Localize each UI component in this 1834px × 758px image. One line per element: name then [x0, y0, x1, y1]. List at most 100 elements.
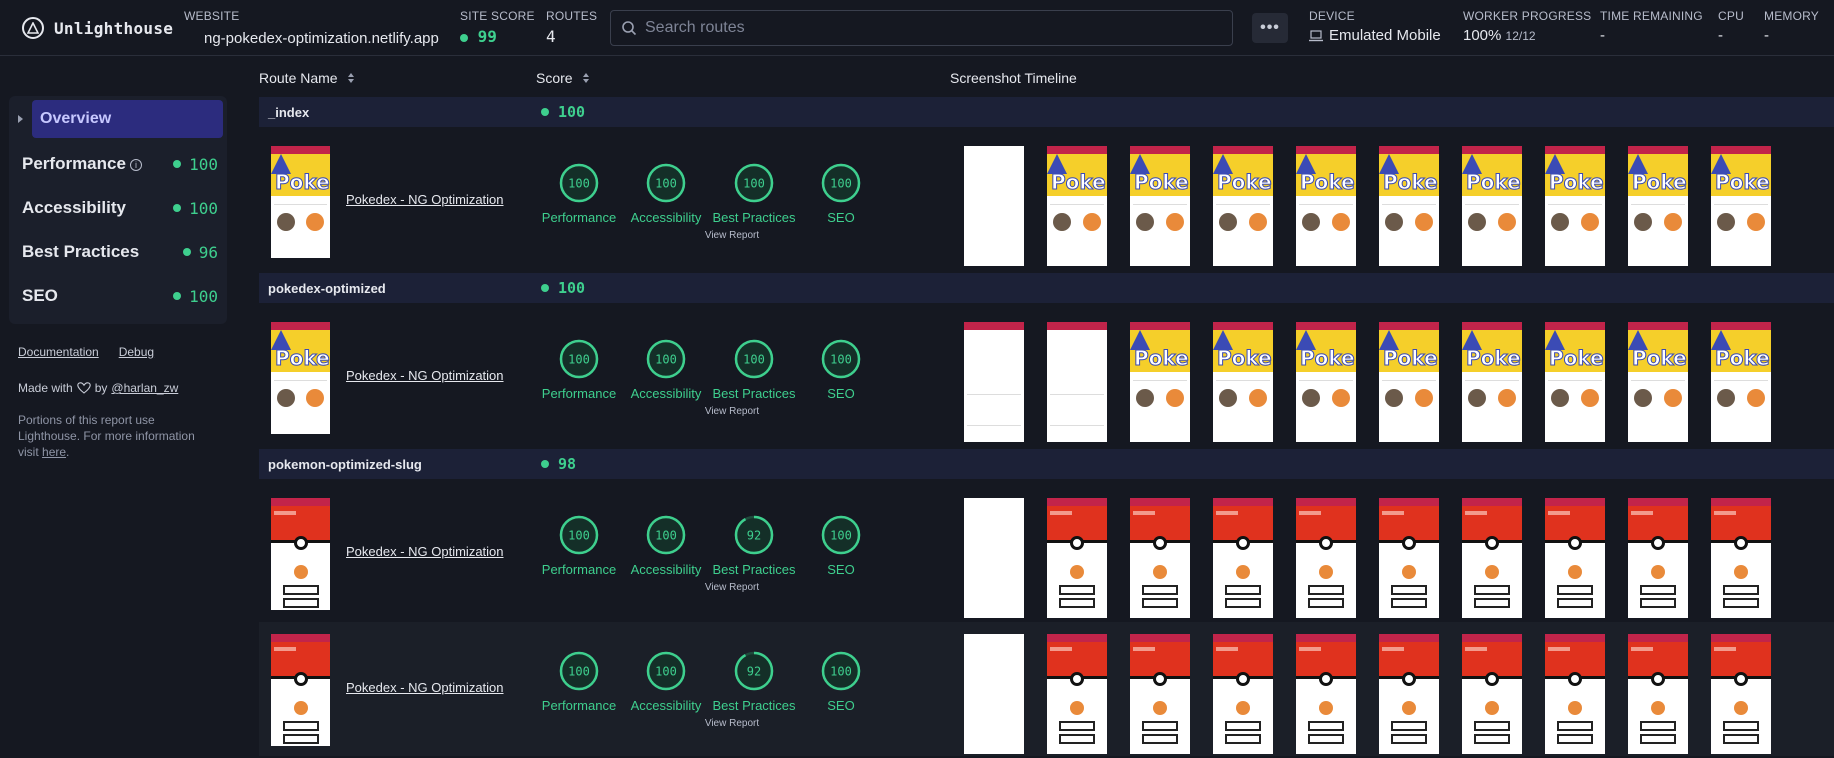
search-input[interactable]: [645, 19, 1225, 37]
screenshot-frame[interactable]: [1130, 634, 1190, 754]
sidebar-item-seo[interactable]: SEO 100: [22, 282, 218, 310]
view-report-link[interactable]: View Report: [692, 582, 772, 593]
route-title-link[interactable]: Pokedex - NG Optimization: [346, 192, 504, 207]
documentation-link[interactable]: Documentation: [18, 345, 99, 359]
score-gauge-accessibility[interactable]: 100 Accessibility: [621, 514, 711, 577]
score-gauge-accessibility[interactable]: 100 Accessibility: [621, 338, 711, 401]
screenshot-frame[interactable]: Poke: [1628, 322, 1688, 442]
screenshot-frame[interactable]: [964, 322, 1024, 442]
screenshot-frame[interactable]: Poke: [1545, 322, 1605, 442]
screenshot-frame[interactable]: Poke: [1711, 146, 1771, 266]
score-gauge-performance[interactable]: 100 Performance: [534, 338, 624, 401]
score-gauge-accessibility[interactable]: 100 Accessibility: [621, 162, 711, 225]
table-row[interactable]: Pokedex - NG Optimization 100 Performance 1…: [259, 622, 1834, 756]
score-gauge-seo[interactable]: 100 SEO: [796, 162, 886, 225]
screenshot-frame[interactable]: Poke: [1130, 146, 1190, 266]
screenshot-frame[interactable]: [1545, 498, 1605, 618]
screenshot-frame[interactable]: Poke: [1379, 146, 1439, 266]
screenshot-frame[interactable]: Poke: [1296, 146, 1356, 266]
sort-icon[interactable]: [582, 73, 589, 83]
here-link[interactable]: here: [42, 445, 66, 459]
screenshot-frame[interactable]: [964, 498, 1024, 618]
screenshot-frame[interactable]: Poke: [1545, 146, 1605, 266]
score-gauge-performance[interactable]: 100 Performance: [534, 650, 624, 713]
screenshot-frame[interactable]: [1296, 498, 1356, 618]
screenshot-frame[interactable]: [964, 146, 1024, 266]
route-group-pokedex-optimized[interactable]: pokedex-optimized 100: [259, 273, 1834, 303]
screenshot-frame[interactable]: Poke: [1213, 146, 1273, 266]
score-gauge-best-practices[interactable]: 100 Best Practices: [709, 162, 799, 225]
info-icon[interactable]: i: [129, 158, 142, 171]
route-group-pokemon-optimized-slug[interactable]: pokemon-optimized-slug 98: [259, 449, 1834, 479]
gauge-ring: 100: [621, 338, 711, 380]
more-options-button[interactable]: •••: [1252, 13, 1288, 43]
screenshot-frame[interactable]: [1213, 634, 1273, 754]
screenshot-frame[interactable]: [1711, 498, 1771, 618]
caret-right-icon[interactable]: [18, 115, 23, 123]
table-row[interactable]: Poke Pokedex - NG Optimization 100 Performa…: [259, 310, 1834, 444]
table-row[interactable]: Poke Pokedex - NG Optimization 100 Performa…: [259, 134, 1834, 268]
route-title-link[interactable]: Pokedex - NG Optimization: [346, 544, 504, 559]
view-report-link[interactable]: View Report: [692, 406, 772, 417]
route-thumbnail[interactable]: [271, 634, 330, 746]
screenshot-frame[interactable]: [1047, 322, 1107, 442]
screenshot-frame[interactable]: [1047, 634, 1107, 754]
score-gauge-seo[interactable]: 100 SEO: [796, 650, 886, 713]
screenshot-frame[interactable]: Poke: [1296, 322, 1356, 442]
score-gauge-seo[interactable]: 100 SEO: [796, 514, 886, 577]
screenshot-frame[interactable]: [1545, 634, 1605, 754]
screenshot-timeline: [964, 498, 1771, 618]
score-dot-icon: [173, 292, 182, 300]
screenshot-frame[interactable]: [1213, 498, 1273, 618]
sidebar-item-accessibility[interactable]: Accessibility 100: [22, 194, 218, 222]
route-thumbnail[interactable]: [271, 498, 330, 610]
score-gauge-best-practices[interactable]: 92 Best Practices: [709, 514, 799, 577]
sidebar-item-label: SEO: [22, 286, 58, 305]
score-gauge-best-practices[interactable]: 100 Best Practices: [709, 338, 799, 401]
screenshot-frame[interactable]: [1462, 498, 1522, 618]
sidebar-item-overview[interactable]: Overview: [32, 100, 223, 138]
column-header-score[interactable]: Score: [536, 70, 589, 86]
table-row[interactable]: Pokedex - NG Optimization 100 Performance 1…: [259, 486, 1834, 620]
screenshot-frame[interactable]: Poke: [1628, 146, 1688, 266]
svg-text:100: 100: [830, 177, 852, 191]
search-box[interactable]: [610, 10, 1233, 46]
screenshot-frame[interactable]: Poke: [1130, 322, 1190, 442]
screenshot-frame[interactable]: [1296, 634, 1356, 754]
screenshot-frame[interactable]: [1628, 498, 1688, 618]
screenshot-frame[interactable]: Poke: [1379, 322, 1439, 442]
route-group-index[interactable]: _index 100: [259, 97, 1834, 127]
sidebar-item-performance[interactable]: Performance i 100: [22, 150, 218, 178]
screenshot-frame[interactable]: [1711, 634, 1771, 754]
author-link[interactable]: @harlan_zw: [111, 381, 178, 395]
view-report-link[interactable]: View Report: [692, 230, 772, 241]
screenshot-frame[interactable]: [1462, 634, 1522, 754]
view-report-link[interactable]: View Report: [692, 718, 772, 729]
screenshot-frame[interactable]: Poke: [1462, 146, 1522, 266]
score-gauge-performance[interactable]: 100 Performance: [534, 514, 624, 577]
screenshot-frame[interactable]: [1047, 498, 1107, 618]
debug-link[interactable]: Debug: [119, 345, 154, 359]
score-gauge-best-practices[interactable]: 92 Best Practices: [709, 650, 799, 713]
route-title-link[interactable]: Pokedex - NG Optimization: [346, 368, 504, 383]
brand[interactable]: Unlighthouse: [22, 17, 173, 39]
score-gauge-performance[interactable]: 100 Performance: [534, 162, 624, 225]
screenshot-frame[interactable]: Poke: [1213, 322, 1273, 442]
column-header-route-name[interactable]: Route Name: [259, 70, 354, 86]
screenshot-frame[interactable]: Poke: [1047, 146, 1107, 266]
score-gauge-accessibility[interactable]: 100 Accessibility: [621, 650, 711, 713]
sort-icon[interactable]: [347, 73, 354, 83]
score-gauge-seo[interactable]: 100 SEO: [796, 338, 886, 401]
route-thumbnail[interactable]: Poke: [271, 322, 330, 434]
screenshot-frame[interactable]: [1628, 634, 1688, 754]
svg-text:100: 100: [568, 665, 590, 679]
screenshot-frame[interactable]: [1379, 634, 1439, 754]
screenshot-frame[interactable]: [1379, 498, 1439, 618]
screenshot-frame[interactable]: [964, 634, 1024, 754]
screenshot-frame[interactable]: Poke: [1711, 322, 1771, 442]
screenshot-frame[interactable]: Poke: [1462, 322, 1522, 442]
route-title-link[interactable]: Pokedex - NG Optimization: [346, 680, 504, 695]
screenshot-frame[interactable]: [1130, 498, 1190, 618]
sidebar-item-best-practices[interactable]: Best Practices 96: [22, 238, 218, 266]
route-thumbnail[interactable]: Poke: [271, 146, 330, 258]
